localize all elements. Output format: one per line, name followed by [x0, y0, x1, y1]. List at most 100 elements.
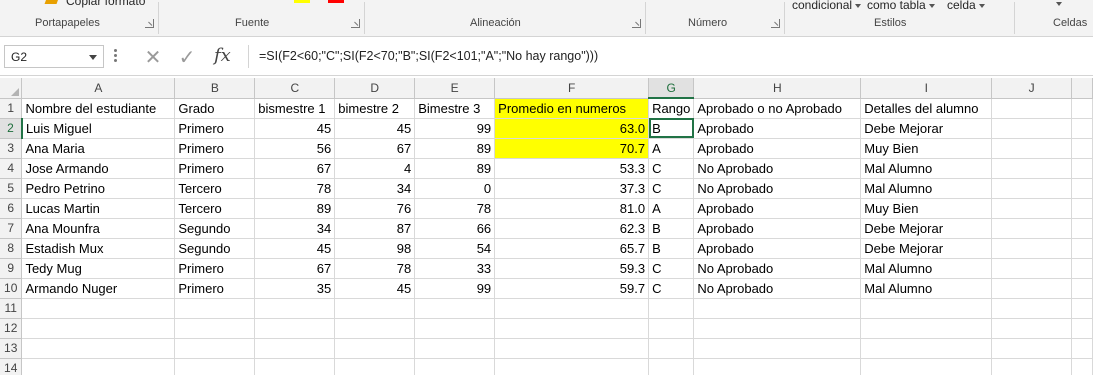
cell[interactable]: Estadish Mux [21, 238, 176, 259]
cell[interactable] [991, 318, 1072, 339]
cell[interactable] [174, 318, 256, 339]
cell[interactable]: Luis Miguel [21, 118, 176, 139]
cell[interactable]: No Aprobado [693, 158, 862, 179]
cell[interactable]: bimestre 2 [334, 98, 416, 119]
cell[interactable]: 87 [334, 218, 416, 239]
cell[interactable] [414, 318, 496, 339]
cell[interactable] [991, 118, 1072, 139]
cell[interactable]: 78 [254, 178, 336, 199]
highlighted-cell[interactable]: 63.0 [494, 118, 650, 139]
cell[interactable]: 99 [414, 278, 496, 299]
cell[interactable]: 54 [414, 238, 496, 259]
cell[interactable] [1071, 178, 1093, 199]
cell[interactable]: No Aprobado [693, 278, 862, 299]
row-header[interactable]: 10 [0, 278, 23, 299]
cell[interactable]: Pedro Petrino [21, 178, 176, 199]
conditional-format-button[interactable]: condicional [792, 0, 862, 12]
highlighted-cell[interactable]: 70.7 [494, 138, 650, 159]
format-painter-icon[interactable] [44, 0, 60, 4]
row-header[interactable]: 1 [0, 98, 23, 119]
cell[interactable] [494, 338, 650, 359]
cell[interactable]: 35 [254, 278, 336, 299]
highlighted-cell[interactable]: Promedio en numeros [494, 98, 650, 119]
cell[interactable]: 34 [254, 218, 336, 239]
cell[interactable]: No Aprobado [693, 258, 862, 279]
cell[interactable] [991, 358, 1072, 375]
clipboard-launcher-icon[interactable] [145, 19, 154, 28]
cell[interactable]: C [648, 178, 695, 199]
cell[interactable]: Primero [174, 258, 256, 279]
cell[interactable]: Segundo [174, 238, 256, 259]
cell[interactable]: 76 [334, 198, 416, 219]
column-header-h[interactable]: H [693, 78, 862, 99]
cell[interactable]: 45 [254, 118, 336, 139]
cell[interactable]: Muy Bien [860, 138, 993, 159]
cell[interactable] [494, 318, 650, 339]
cell[interactable] [334, 298, 416, 319]
cell[interactable] [334, 358, 416, 375]
cell[interactable] [1071, 358, 1093, 375]
cell[interactable]: Rango [648, 98, 695, 119]
cell[interactable] [1071, 258, 1093, 279]
cancel-icon[interactable]: ✕ [142, 46, 164, 69]
cell[interactable]: 99 [414, 118, 496, 139]
row-header[interactable]: 7 [0, 218, 23, 239]
cell[interactable]: 78 [334, 258, 416, 279]
select-all-corner[interactable] [0, 78, 23, 99]
cell[interactable] [1071, 138, 1093, 159]
cell[interactable] [860, 358, 993, 375]
cell[interactable]: Muy Bien [860, 198, 993, 219]
row-header[interactable]: 9 [0, 258, 23, 279]
font-color-swatch[interactable] [294, 0, 310, 3]
alignment-launcher-icon[interactable] [632, 19, 641, 28]
row-header[interactable]: 3 [0, 138, 23, 159]
cell[interactable]: A [648, 138, 695, 159]
cell[interactable]: Mal Alumno [860, 158, 993, 179]
cell[interactable] [860, 338, 993, 359]
cell[interactable]: Aprobado [693, 138, 862, 159]
cell[interactable] [991, 238, 1072, 259]
column-header-b[interactable]: B [174, 78, 256, 99]
cell[interactable]: Lucas Martin [21, 198, 176, 219]
cell[interactable]: A [648, 198, 695, 219]
cell[interactable]: Nombre del estudiante [21, 98, 176, 119]
row-header[interactable]: 12 [0, 318, 23, 339]
column-header-i[interactable]: I [860, 78, 993, 99]
cell[interactable]: 33 [414, 258, 496, 279]
cell[interactable]: 45 [334, 118, 416, 139]
cell[interactable]: 37.3 [494, 178, 650, 199]
cell[interactable] [991, 298, 1072, 319]
cell[interactable] [21, 358, 176, 375]
row-header[interactable]: 5 [0, 178, 23, 199]
cell[interactable]: 67 [254, 158, 336, 179]
cell[interactable]: Detalles del alumno [860, 98, 993, 119]
column-header-f[interactable]: F [494, 78, 650, 99]
cell-styles-button[interactable]: celda [947, 0, 985, 12]
row-header[interactable]: 11 [0, 298, 23, 319]
cell[interactable]: 34 [334, 178, 416, 199]
cell[interactable] [21, 298, 176, 319]
column-header-d[interactable]: D [334, 78, 416, 99]
row-header[interactable]: 2 [0, 118, 23, 139]
format-as-table-button[interactable]: como tabla [867, 0, 935, 12]
cell[interactable] [991, 278, 1072, 299]
cell[interactable]: Ana Mounfra [21, 218, 176, 239]
cell[interactable]: B [648, 238, 695, 259]
cell[interactable] [1071, 158, 1093, 179]
cell[interactable]: Segundo [174, 218, 256, 239]
chevron-down-icon[interactable] [1056, 2, 1062, 6]
cell[interactable]: 81.0 [494, 198, 650, 219]
cell[interactable] [494, 298, 650, 319]
cell[interactable]: 89 [414, 138, 496, 159]
cell[interactable]: Tedy Mug [21, 258, 176, 279]
cell[interactable] [174, 358, 256, 375]
column-header-g[interactable]: G [648, 78, 695, 99]
cell[interactable] [991, 218, 1072, 239]
row-header[interactable]: 6 [0, 198, 23, 219]
cell[interactable] [648, 298, 695, 319]
fill-color-swatch[interactable] [328, 0, 344, 3]
cell[interactable]: 45 [254, 238, 336, 259]
cell[interactable]: Grado [174, 98, 256, 119]
cell[interactable]: Tercero [174, 178, 256, 199]
number-launcher-icon[interactable] [771, 19, 780, 28]
